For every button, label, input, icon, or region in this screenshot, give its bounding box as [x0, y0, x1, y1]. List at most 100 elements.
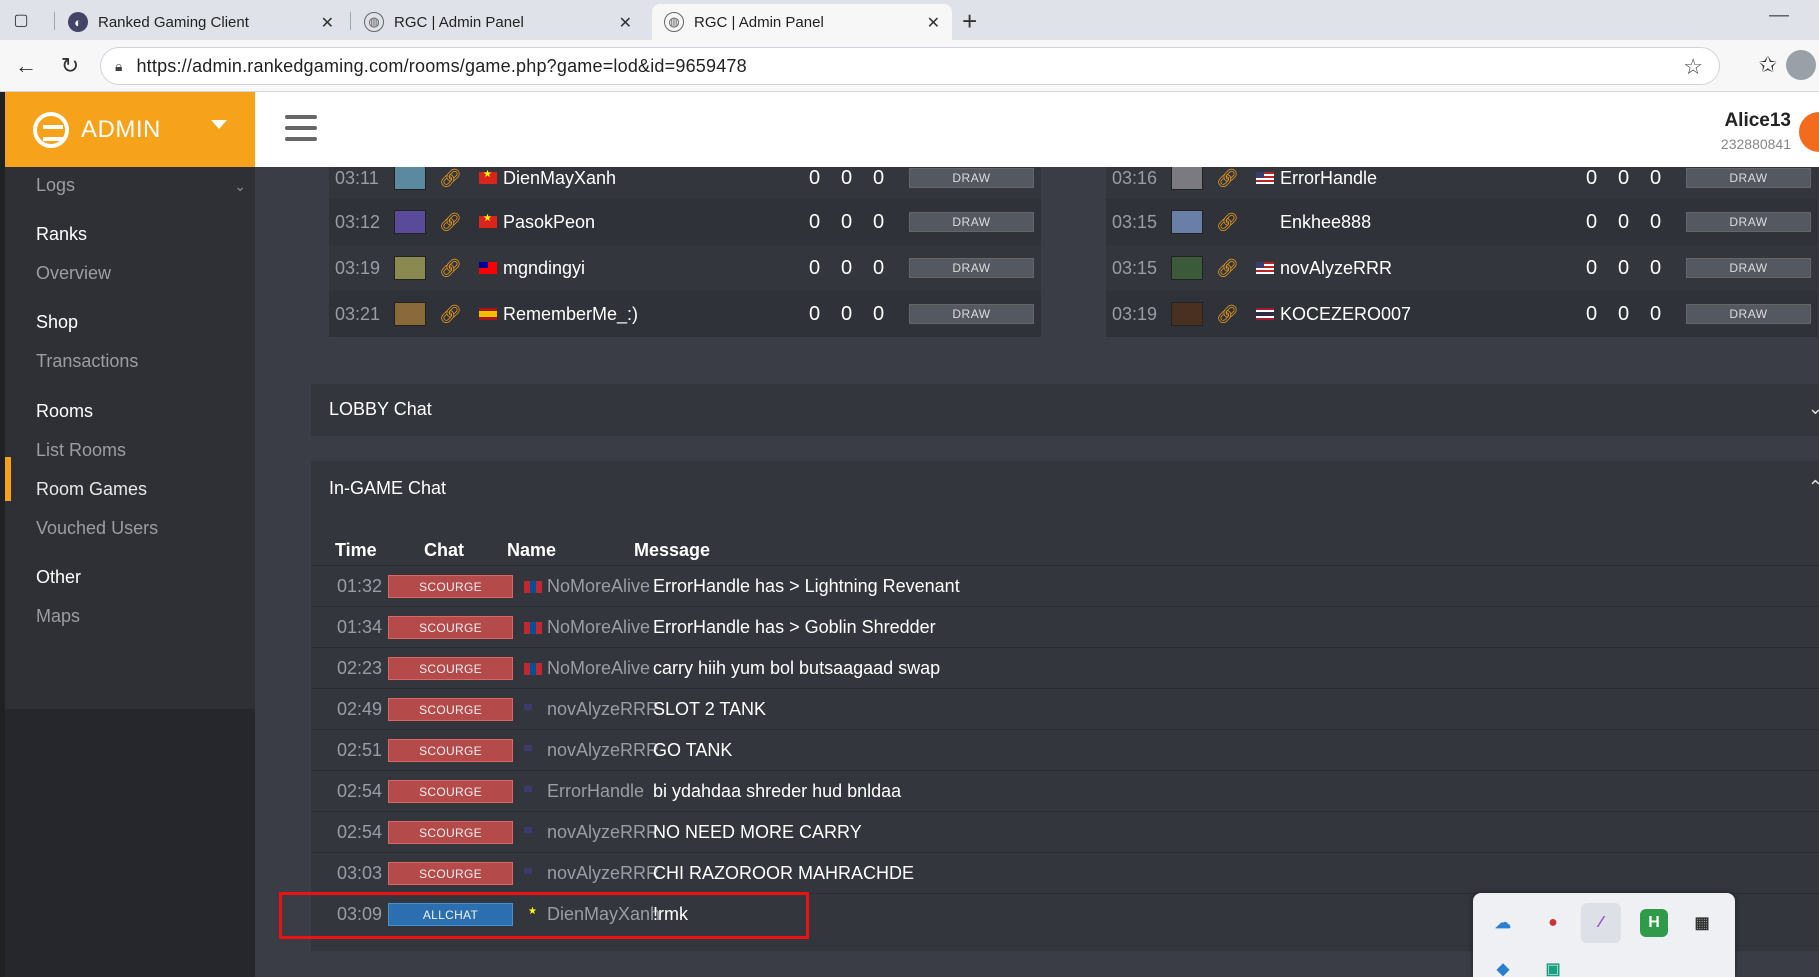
film-icon[interactable]: ▦	[1688, 909, 1716, 937]
link-icon[interactable]: 🔗︎	[439, 212, 462, 233]
chat-player-name[interactable]: NoMoreAlive	[547, 617, 650, 638]
col-time: Time	[335, 540, 377, 560]
link-icon[interactable]: 🔗︎	[1216, 168, 1239, 189]
link-icon[interactable]: 🔗︎	[439, 304, 462, 325]
close-tab-icon[interactable]: ✕	[927, 13, 940, 33]
player-time: 03:19	[1112, 303, 1158, 324]
sidebar-item-room-games[interactable]: Room Games	[36, 479, 147, 500]
draw-button[interactable]: DRAW	[909, 212, 1034, 232]
link-icon[interactable]: 🔗︎	[439, 168, 462, 189]
draw-button[interactable]: DRAW	[909, 168, 1034, 188]
chat-player-name[interactable]: novAlyzeRRR	[547, 822, 659, 843]
user-name[interactable]: Alice13	[1724, 110, 1791, 132]
feather-icon[interactable]: ∕	[1581, 903, 1621, 943]
player-color-swatch	[394, 210, 426, 234]
h-app-icon[interactable]: H	[1640, 909, 1668, 937]
player-name[interactable]: DienMayXanh	[503, 168, 616, 189]
hamburger-menu-icon[interactable]	[285, 115, 317, 143]
url-field[interactable]: 🔒︎ https://admin.rankedgaming.com/rooms/…	[100, 47, 1720, 85]
sidebar-item-overview[interactable]: Overview	[36, 263, 111, 284]
chat-player-name[interactable]: novAlyzeRRR	[547, 863, 659, 884]
usa-flag-icon	[1256, 172, 1274, 184]
tab-admin-panel-2[interactable]: ◍ RGC | Admin Panel ✕	[652, 4, 952, 40]
link-icon[interactable]: 🔗︎	[439, 258, 462, 279]
back-arrow-icon[interactable]: ←	[12, 52, 40, 80]
player-name[interactable]: RememberMe_:)	[503, 304, 638, 325]
thailand-flag-icon	[1256, 308, 1274, 320]
new-tab-icon[interactable]: +	[962, 6, 977, 37]
player-name[interactable]: mgndingyi	[503, 258, 585, 279]
player-row: 03:15 🔗︎ Enkhee888 0 0 0 DRAW	[1106, 199, 1818, 245]
chat-channel-badge: SCOURGE	[388, 698, 513, 721]
chat-player-name[interactable]: novAlyzeRRR	[547, 699, 659, 720]
chat-player-name[interactable]: novAlyzeRRR	[547, 740, 659, 761]
player-name[interactable]: PasokPeon	[503, 212, 595, 233]
sidebar-item-maps[interactable]: Maps	[36, 606, 80, 627]
close-tab-icon[interactable]: ✕	[321, 13, 334, 33]
chevron-up-icon[interactable]: ⌃	[1808, 477, 1819, 498]
chat-player-name[interactable]: NoMoreAlive	[547, 658, 650, 679]
chat-channel-badge: SCOURGE	[388, 821, 513, 844]
favorites-icon[interactable]: ✩	[1759, 52, 1777, 78]
refresh-icon[interactable]: ↻	[56, 52, 84, 80]
mongolia-flag-icon	[524, 581, 542, 593]
player-name[interactable]: Enkhee888	[1280, 212, 1371, 233]
tab-ranked-gaming-client[interactable]: ◐ Ranked Gaming Client ✕	[56, 4, 346, 40]
chat-channel-badge: SCOURGE	[388, 739, 513, 762]
sidebar-item-list-rooms[interactable]: List Rooms	[36, 440, 126, 461]
minimize-icon[interactable]: —	[1769, 4, 1789, 27]
sidebar-item-logs[interactable]: Logs ⌄	[36, 175, 246, 196]
player-name[interactable]: novAlyzeRRR	[1280, 258, 1392, 279]
player-stat: 0	[873, 210, 885, 233]
chat-time: 02:23	[337, 658, 383, 678]
top-bar: Alice13 232880841	[255, 92, 1819, 167]
chat-row: 02:54 SCOURGE ErrorHandle bi ydahdaa shr…	[311, 770, 1819, 811]
close-tab-icon[interactable]: ✕	[619, 13, 632, 33]
chevron-down-icon[interactable]: ⌄	[1808, 398, 1819, 419]
draw-button[interactable]: DRAW	[909, 258, 1034, 278]
draw-button[interactable]: DRAW	[1686, 168, 1811, 188]
user-avatar[interactable]	[1799, 112, 1819, 152]
draw-button[interactable]: DRAW	[1686, 304, 1811, 324]
player-name[interactable]: KOCEZERO007	[1280, 304, 1411, 325]
star-icon[interactable]: ☆	[1683, 54, 1703, 80]
tab-panel-icon[interactable]: ▢	[10, 9, 32, 31]
player-stat: 0	[1618, 210, 1630, 233]
chat-channel-badge: SCOURGE	[388, 575, 513, 598]
player-stat: 0	[1618, 256, 1630, 279]
link-icon[interactable]: 🔗︎	[1216, 212, 1239, 233]
lobby-chat-title: LOBBY Chat	[329, 399, 432, 419]
globe-icon: ◍	[364, 12, 384, 32]
shield-icon[interactable]: ◆	[1489, 955, 1517, 977]
sidebar-item-vouched-users[interactable]: Vouched Users	[36, 518, 158, 539]
tab-admin-panel-1[interactable]: ◍ RGC | Admin Panel ✕	[352, 4, 644, 40]
player-name[interactable]: ErrorHandle	[1280, 168, 1377, 189]
chat-player-name[interactable]: NoMoreAlive	[547, 576, 650, 597]
cloud-icon[interactable]: ☁	[1489, 909, 1517, 937]
record-icon[interactable]: ●	[1539, 909, 1567, 937]
player-stat: 0	[1618, 302, 1630, 325]
caret-down-icon[interactable]	[211, 120, 227, 129]
ingame-chat-title[interactable]: In-GAME Chat	[329, 478, 446, 499]
chat-channel-badge: SCOURGE	[388, 616, 513, 639]
link-icon[interactable]: 🔗︎	[1216, 258, 1239, 279]
brand-menu[interactable]: ADMIN	[5, 92, 255, 167]
chat-message: carry hiih yum bol butsaagaad swap	[653, 658, 941, 678]
sidebar-item-transactions[interactable]: Transactions	[36, 351, 138, 372]
profile-avatar[interactable]	[1786, 50, 1816, 80]
draw-button[interactable]: DRAW	[1686, 212, 1811, 232]
col-message: Message	[634, 540, 711, 560]
lobby-chat-panel[interactable]: LOBBY Chat ⌄	[311, 384, 1819, 436]
player-color-swatch	[1171, 167, 1203, 190]
chat-player-name[interactable]: ErrorHandle	[547, 781, 644, 802]
col-name: Name	[507, 540, 557, 560]
rgc-logo-icon	[33, 111, 69, 148]
link-icon[interactable]: 🔗︎	[1216, 304, 1239, 325]
player-stat: 0	[841, 167, 853, 189]
chat-row: 01:32 SCOURGE NoMoreAlive ErrorHandle ha…	[311, 565, 1819, 606]
tab-separator	[54, 12, 55, 30]
app-icon[interactable]: ▣	[1539, 955, 1567, 977]
draw-button[interactable]: DRAW	[909, 304, 1034, 324]
draw-button[interactable]: DRAW	[1686, 258, 1811, 278]
taiwan-flag-icon	[479, 262, 497, 274]
